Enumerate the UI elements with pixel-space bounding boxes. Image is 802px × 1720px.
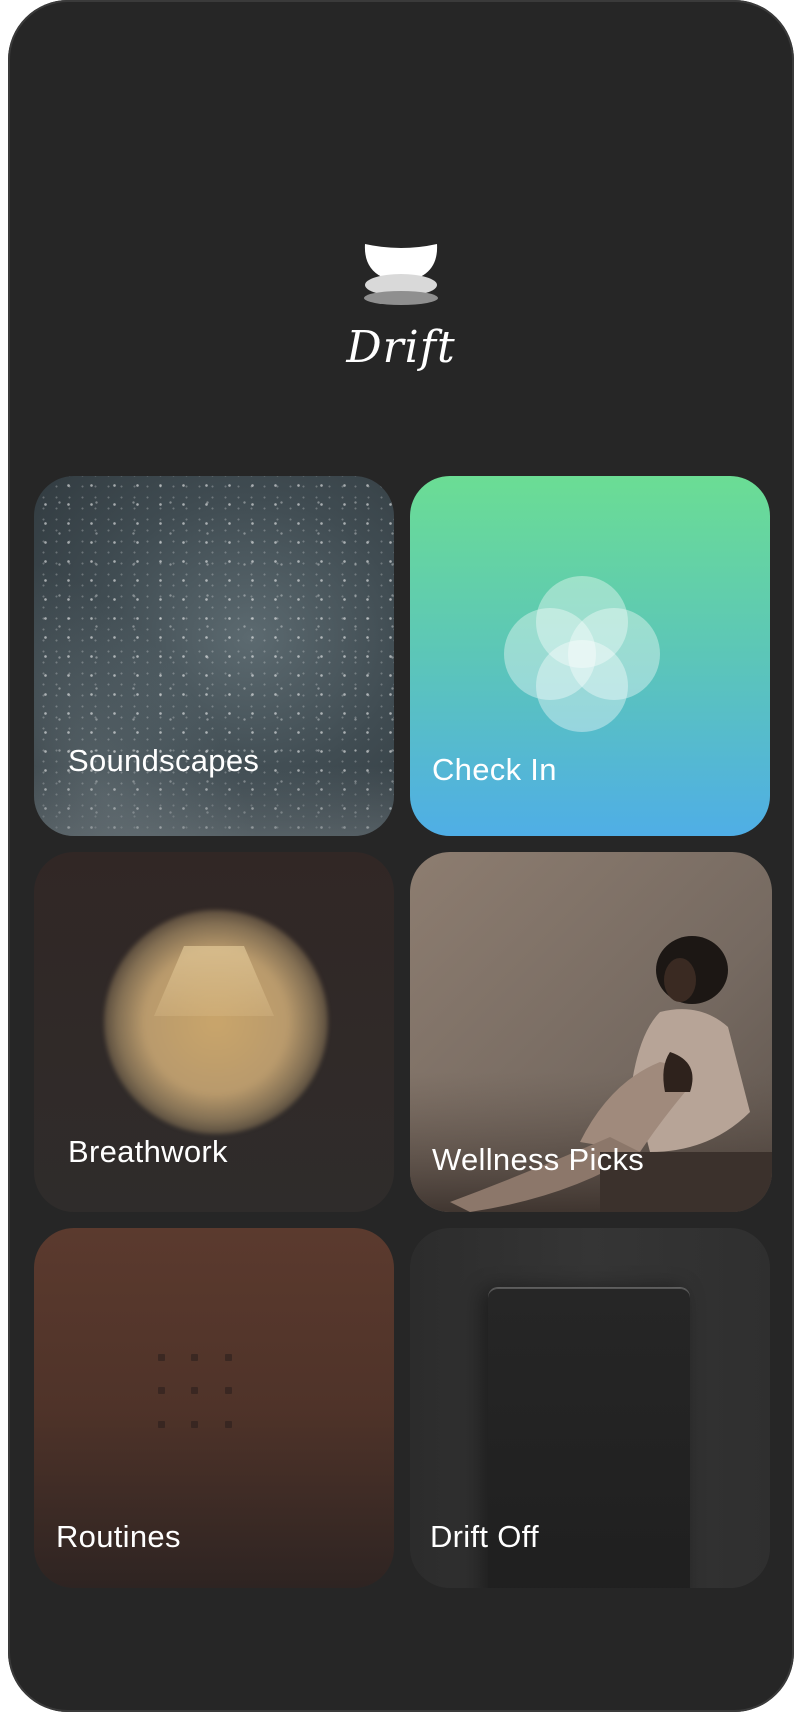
tile-label: Breathwork [68,1134,228,1169]
tile-wellness-picks[interactable]: Wellness Picks [410,852,772,1212]
app-logo [8,238,794,308]
tile-label: Check In [432,752,557,787]
tile-label: Soundscapes [68,743,260,778]
tile-drift-off[interactable]: Drift Off [410,1228,770,1588]
tile-label: Wellness Picks [432,1142,645,1177]
tile-routines[interactable]: Routines [34,1228,394,1588]
dot-grid-icon [158,1354,258,1454]
tile-breathwork[interactable]: Breathwork [34,852,394,1212]
bowl-stones-icon [364,244,438,305]
app-screen: Drift Soundscapes Check In Breathwork We… [8,0,794,1712]
tile-soundscapes[interactable]: Soundscapes [34,476,394,836]
tile-label: Routines [56,1519,181,1554]
brand-name: Drift [346,322,456,373]
tile-label: Drift Off [430,1519,539,1554]
glowing-orb-image [104,910,328,1134]
tile-check-in[interactable]: Check In [410,476,770,836]
